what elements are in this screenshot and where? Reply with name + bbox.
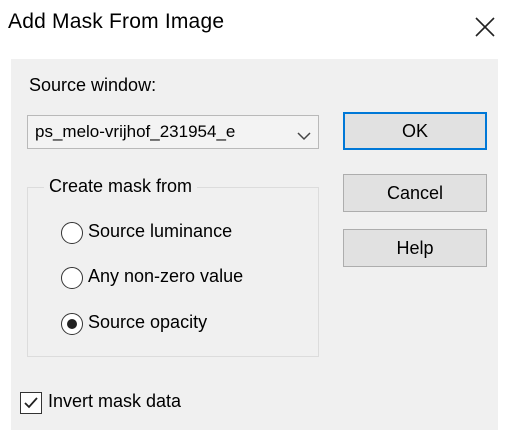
source-window-label: Source window:	[29, 75, 157, 95]
chevron-down-icon	[297, 128, 311, 146]
ok-button[interactable]: OK	[343, 112, 487, 150]
radio-circle	[61, 267, 83, 289]
create-mask-group: Create mask from Source luminance Any no…	[27, 176, 319, 357]
radio-label: Any non-zero value	[88, 266, 244, 286]
radio-circle	[61, 313, 83, 335]
radio-circle	[61, 222, 83, 244]
help-button[interactable]: Help	[343, 229, 487, 267]
radio-label: Source opacity	[88, 312, 208, 332]
close-icon[interactable]	[472, 14, 498, 40]
checkbox-label: Invert mask data	[48, 391, 182, 411]
source-window-value: ps_melo-vrijhof_231954_e	[35, 122, 236, 141]
dialog-title: Add Mask From Image	[8, 10, 225, 33]
cancel-button[interactable]: Cancel	[343, 174, 487, 212]
radio-label: Source luminance	[88, 221, 233, 241]
create-mask-group-title: Create mask from	[44, 176, 198, 197]
source-window-dropdown[interactable]: ps_melo-vrijhof_231954_e	[27, 115, 319, 149]
checkbox-box	[20, 392, 42, 414]
checkmark-icon	[24, 397, 38, 409]
add-mask-dialog: Add Mask From Image Source window: ps_me…	[0, 0, 509, 434]
dialog-body: Source window: ps_melo-vrijhof_231954_e …	[11, 59, 498, 430]
radio-selected-dot	[67, 319, 77, 329]
